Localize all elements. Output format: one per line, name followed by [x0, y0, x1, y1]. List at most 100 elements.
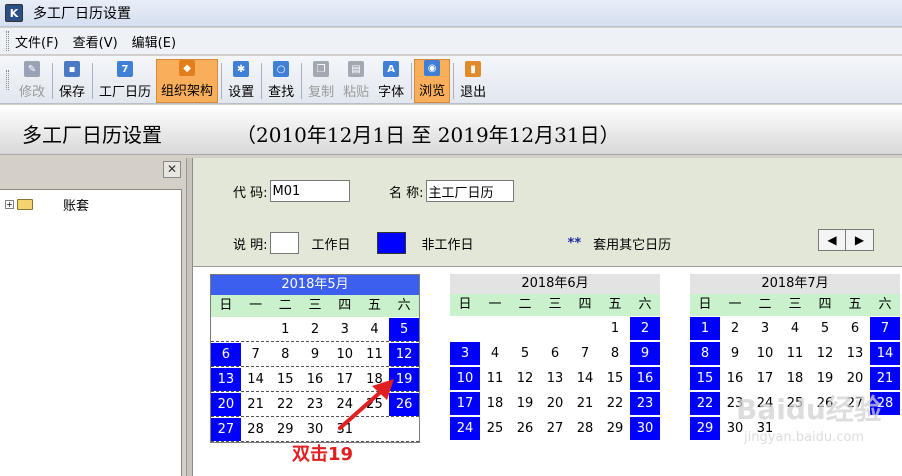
day-cell[interactable]: 30 [720, 417, 750, 440]
day-cell[interactable]: 8 [270, 343, 300, 366]
day-cell[interactable]: 5 [510, 342, 540, 365]
day-cell[interactable]: 7 [241, 343, 271, 366]
day-cell[interactable]: 15 [600, 367, 630, 390]
day-cell[interactable]: 24 [330, 393, 360, 416]
day-cell[interactable]: 22 [270, 393, 300, 416]
day-cell[interactable]: 19 [810, 367, 840, 390]
day-cell[interactable]: 22 [690, 392, 720, 415]
day-cell[interactable]: 7 [870, 317, 900, 340]
day-cell[interactable]: 10 [330, 343, 360, 366]
day-cell[interactable]: 23 [300, 393, 330, 416]
day-cell[interactable]: 1 [270, 318, 300, 341]
day-cell[interactable]: 18 [480, 392, 510, 415]
day-cell[interactable]: 3 [330, 318, 360, 341]
day-cell[interactable]: 2 [720, 317, 750, 340]
menu-view[interactable]: 查看(V) [73, 32, 118, 51]
day-cell[interactable]: 29 [690, 417, 720, 440]
browse-button[interactable]: ◉ 浏览 [414, 59, 451, 103]
code-input[interactable] [269, 180, 350, 202]
day-cell[interactable]: 3 [450, 342, 480, 365]
day-cell[interactable]: 14 [570, 367, 600, 390]
day-cell[interactable]: 27 [840, 392, 870, 415]
day-cell[interactable]: 17 [450, 392, 480, 415]
day-cell[interactable]: 28 [241, 418, 271, 441]
day-cell[interactable]: 6 [840, 317, 870, 340]
find-button[interactable]: ○ 查找 [264, 59, 298, 103]
day-cell[interactable]: 26 [389, 393, 420, 416]
day-cell[interactable]: 2 [630, 317, 660, 340]
day-cell[interactable]: 4 [360, 318, 390, 341]
day-cell[interactable]: 25 [780, 392, 810, 415]
day-cell[interactable]: 27 [211, 418, 241, 441]
day-cell[interactable]: 30 [300, 418, 330, 441]
day-cell[interactable]: 16 [630, 367, 660, 390]
day-cell[interactable]: 24 [450, 417, 480, 440]
day-cell[interactable]: 16 [300, 368, 330, 391]
factory-calendar-button[interactable]: 7 工厂日历 [95, 59, 155, 103]
day-cell[interactable]: 25 [480, 417, 510, 440]
day-cell[interactable]: 9 [630, 342, 660, 365]
day-cell[interactable]: 21 [241, 393, 271, 416]
day-cell[interactable]: 20 [211, 393, 241, 416]
settings-button[interactable]: ✱ 设置 [224, 59, 258, 103]
next-month-button[interactable]: ▶ [846, 229, 874, 251]
day-cell[interactable]: 30 [630, 417, 660, 440]
day-cell[interactable]: 15 [270, 368, 300, 391]
tree-node-root[interactable]: + 账套 [5, 195, 89, 214]
close-panel-button[interactable]: ✕ [163, 161, 181, 178]
day-cell[interactable]: 18 [360, 368, 390, 391]
day-cell[interactable]: 29 [600, 417, 630, 440]
save-button[interactable]: ▪ 保存 [55, 59, 89, 103]
day-cell[interactable]: 10 [750, 342, 780, 365]
paste-button[interactable]: ▤ 粘贴 [339, 59, 373, 103]
day-cell[interactable]: 1 [690, 317, 720, 340]
day-cell[interactable]: 12 [810, 342, 840, 365]
day-cell[interactable]: 1 [600, 317, 630, 340]
day-cell[interactable]: 4 [480, 342, 510, 365]
day-cell[interactable]: 4 [780, 317, 810, 340]
day-cell[interactable]: 13 [840, 342, 870, 365]
day-cell[interactable]: 5 [389, 318, 420, 341]
day-cell[interactable]: 3 [750, 317, 780, 340]
day-cell[interactable]: 8 [600, 342, 630, 365]
day-cell[interactable]: 19 [510, 392, 540, 415]
day-cell[interactable]: 7 [570, 342, 600, 365]
day-cell[interactable]: 15 [690, 367, 720, 390]
day-cell[interactable]: 31 [750, 417, 780, 440]
day-cell[interactable]: 25 [360, 393, 390, 416]
day-cell[interactable]: 5 [810, 317, 840, 340]
day-cell[interactable]: 10 [450, 367, 480, 390]
font-button[interactable]: A 字体 [374, 59, 408, 103]
copy-button[interactable]: ❐ 复制 [304, 59, 338, 103]
day-cell[interactable]: 21 [870, 367, 900, 390]
day-cell[interactable]: 23 [630, 392, 660, 415]
day-cell[interactable]: 26 [810, 392, 840, 415]
day-cell[interactable]: 23 [720, 392, 750, 415]
name-input[interactable] [425, 180, 514, 202]
day-cell[interactable]: 18 [780, 367, 810, 390]
day-cell[interactable]: 16 [720, 367, 750, 390]
day-cell[interactable]: 9 [300, 343, 330, 366]
day-cell[interactable]: 8 [690, 342, 720, 365]
day-cell[interactable]: 2 [300, 318, 330, 341]
day-cell[interactable]: 14 [870, 342, 900, 365]
day-cell[interactable]: 11 [480, 367, 510, 390]
day-cell[interactable]: 22 [600, 392, 630, 415]
edit-button[interactable]: ✎ 修改 [15, 59, 49, 103]
day-cell[interactable]: 12 [510, 367, 540, 390]
org-chart-button[interactable]: ◆ 组织架构 [156, 59, 219, 103]
day-cell[interactable]: 17 [330, 368, 360, 391]
day-cell[interactable]: 27 [540, 417, 570, 440]
day-cell[interactable]: 13 [540, 367, 570, 390]
expand-icon[interactable]: + [5, 200, 14, 209]
day-cell[interactable]: 21 [570, 392, 600, 415]
day-cell[interactable]: 13 [211, 368, 241, 391]
day-cell[interactable]: 20 [540, 392, 570, 415]
day-cell[interactable]: 31 [330, 418, 360, 441]
day-cell[interactable]: 28 [570, 417, 600, 440]
day-cell[interactable]: 20 [840, 367, 870, 390]
menu-file[interactable]: 文件(F) [15, 32, 59, 51]
day-cell[interactable]: 6 [540, 342, 570, 365]
day-cell[interactable]: 11 [780, 342, 810, 365]
day-cell[interactable]: 28 [870, 392, 900, 415]
